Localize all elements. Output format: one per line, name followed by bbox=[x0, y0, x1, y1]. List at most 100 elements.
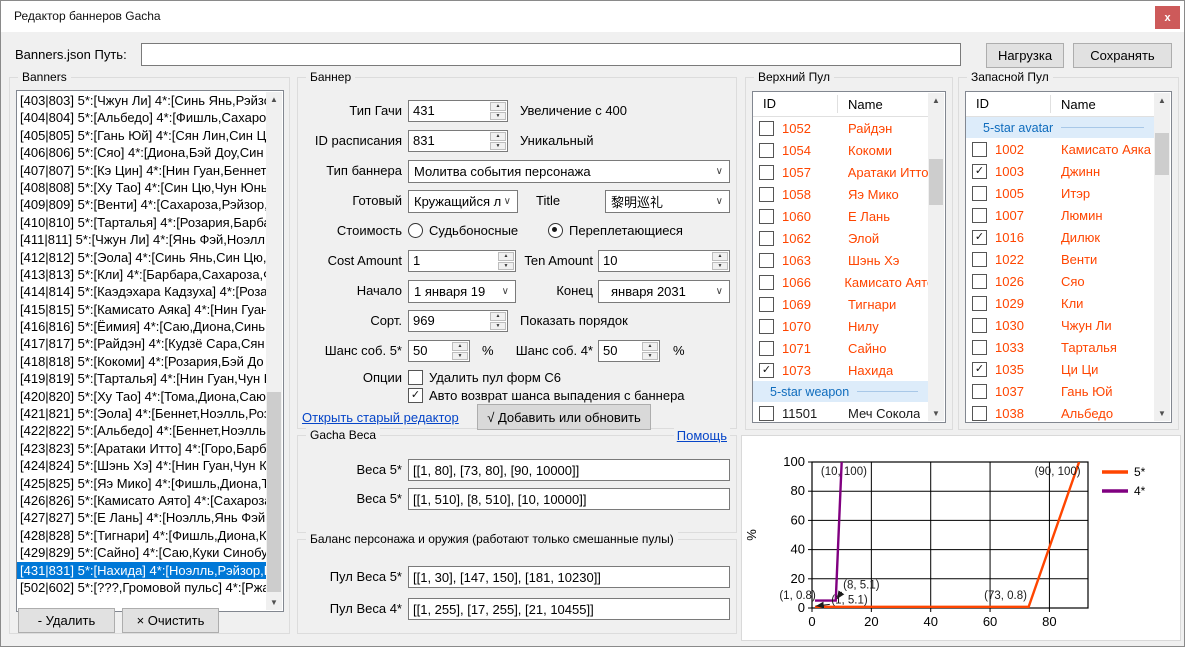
spin-up-icon[interactable]: ▲ bbox=[452, 342, 468, 351]
pool-row[interactable]: 1002Камисато Аяка bbox=[966, 138, 1154, 160]
checkbox-icon[interactable] bbox=[759, 187, 774, 202]
checkbox-icon[interactable] bbox=[759, 341, 774, 356]
pool-row[interactable]: 11501Меч Сокола bbox=[753, 402, 928, 422]
chance4-spinner[interactable]: 50 ▲▼ bbox=[598, 340, 660, 362]
spin-down-icon[interactable]: ▼ bbox=[642, 352, 658, 361]
path-input[interactable] bbox=[141, 43, 961, 66]
weights5-input[interactable] bbox=[408, 459, 730, 481]
banner-list-item[interactable]: [407|807] 5*:[Кэ Цин] 4*:[Нин Гуан,Бенне… bbox=[17, 162, 266, 179]
ten-amount-spinner[interactable]: 10 ▲▼ bbox=[598, 250, 730, 272]
scroll-down-icon[interactable]: ▼ bbox=[1154, 406, 1170, 421]
scroll-thumb[interactable] bbox=[1155, 133, 1169, 175]
banner-list-item[interactable]: [421|821] 5*:[Эола] 4*:[Беннет,Ноэлль,Ро… bbox=[17, 405, 266, 422]
help-link[interactable]: Помощь bbox=[674, 428, 730, 443]
banners-scrollbar[interactable]: ▲ ▼ bbox=[266, 92, 282, 610]
save-button[interactable]: Сохранять bbox=[1073, 43, 1172, 68]
spin-up-icon[interactable]: ▲ bbox=[490, 312, 506, 321]
banner-list-item[interactable]: [424|824] 5*:[Шэнь Хэ] 4*:[Нин Гуан,Чун … bbox=[17, 457, 266, 474]
banner-list-item[interactable]: [414|814] 5*:[Каэдэхара Кадзуха] 4*:[Роз… bbox=[17, 283, 266, 300]
spin-down-icon[interactable]: ▼ bbox=[712, 262, 728, 271]
scroll-down-icon[interactable]: ▼ bbox=[266, 595, 282, 610]
checkbox-icon[interactable] bbox=[972, 296, 987, 311]
checkbox-icon[interactable] bbox=[759, 406, 774, 421]
checkbox-checked-icon[interactable]: ✓ bbox=[408, 388, 423, 403]
pool-weights4-input[interactable] bbox=[408, 598, 730, 620]
close-button[interactable]: x bbox=[1155, 6, 1180, 29]
banner-list-item[interactable]: [411|811] 5*:[Чжун Ли] 4*:[Янь Фэй,Ноэлл bbox=[17, 231, 266, 248]
pool-row[interactable]: 1033Тарталья bbox=[966, 336, 1154, 358]
option-remove-pool[interactable]: Удалить пул форм С6 bbox=[408, 370, 561, 385]
checkbox-checked-icon[interactable]: ✓ bbox=[972, 230, 987, 245]
banner-list-item[interactable]: [409|809] 5*:[Венти] 4*:[Сахароза,Рэйзор… bbox=[17, 196, 266, 213]
scroll-up-icon[interactable]: ▲ bbox=[1154, 93, 1170, 108]
spin-down-icon[interactable]: ▼ bbox=[490, 142, 506, 151]
delete-banner-button[interactable]: - Удалить bbox=[18, 608, 115, 633]
scroll-thumb[interactable] bbox=[267, 392, 281, 592]
pool-row[interactable]: 1007Люмин bbox=[966, 204, 1154, 226]
banner-list-item[interactable]: [416|816] 5*:[Ёимия] 4*:[Саю,Диона,Синь bbox=[17, 318, 266, 335]
checkbox-icon[interactable] bbox=[759, 297, 774, 312]
checkbox-icon[interactable] bbox=[972, 340, 987, 355]
checkbox-icon[interactable] bbox=[972, 252, 987, 267]
spin-up-icon[interactable]: ▲ bbox=[490, 102, 506, 111]
upper-pool-scrollbar[interactable]: ▲ ▼ bbox=[928, 93, 944, 421]
banner-list-item[interactable]: [428|828] 5*:[Тигнари] 4*:[Фишль,Диона,К bbox=[17, 527, 266, 544]
checkbox-icon[interactable] bbox=[972, 186, 987, 201]
pool-row[interactable]: 1058Яэ Мико bbox=[753, 183, 928, 205]
checkbox-icon[interactable] bbox=[759, 231, 774, 246]
checkbox-icon[interactable] bbox=[972, 142, 987, 157]
scroll-up-icon[interactable]: ▲ bbox=[928, 93, 944, 108]
spin-up-icon[interactable]: ▲ bbox=[642, 342, 658, 351]
banner-list-item[interactable]: [425|825] 5*:[Яэ Мико] 4*:[Фишль,Диона,Т bbox=[17, 475, 266, 492]
pool-row[interactable]: 1071Сайно bbox=[753, 337, 928, 359]
radio-selected-icon[interactable] bbox=[548, 223, 563, 238]
checkbox-icon[interactable] bbox=[759, 209, 774, 224]
banner-list-item[interactable]: [431|831] 5*:[Нахида] 4*:[Ноэлль,Рэйзор,… bbox=[17, 562, 266, 579]
banner-list-item[interactable]: [427|827] 5*:[Е Лань] 4*:[Ноэлль,Янь Фэй… bbox=[17, 509, 266, 526]
banner-list-item[interactable]: [415|815] 5*:[Камисато Аяка] 4*:[Нин Гуа… bbox=[17, 301, 266, 318]
scroll-thumb[interactable] bbox=[929, 159, 943, 205]
checkbox-icon[interactable] bbox=[972, 384, 987, 399]
scroll-up-icon[interactable]: ▲ bbox=[266, 92, 282, 107]
pool-row[interactable]: 1030Чжун Ли bbox=[966, 314, 1154, 336]
banner-list-item[interactable]: [422|822] 5*:[Альбедо] 4*:[Беннет,Ноэлль… bbox=[17, 422, 266, 439]
clear-banners-button[interactable]: × Очистить bbox=[122, 608, 219, 633]
banner-list-item[interactable]: [412|812] 5*:[Эола] 4*:[Синь Янь,Син Цю, bbox=[17, 249, 266, 266]
upper-pool-table[interactable]: IDName1052Райдэн1054Кокоми1057Аратаки Ит… bbox=[752, 91, 946, 423]
load-button[interactable]: Нагрузка bbox=[986, 43, 1064, 68]
banner-list-item[interactable]: [502|602] 5*:[???,Громовой пульс] 4*:[Рж… bbox=[17, 579, 266, 596]
pool-row[interactable]: 1005Итэр bbox=[966, 182, 1154, 204]
pool-row[interactable]: ✓1016Дилюк bbox=[966, 226, 1154, 248]
banner-list-item[interactable]: [418|818] 5*:[Кокоми] 4*:[Розария,Бэй До bbox=[17, 353, 266, 370]
pool-row[interactable]: 1026Сяо bbox=[966, 270, 1154, 292]
chance5-spinner[interactable]: 50 ▲▼ bbox=[408, 340, 470, 362]
banner-list-item[interactable]: [423|823] 5*:[Аратаки Итто] 4*:[Горо,Бар… bbox=[17, 440, 266, 457]
cost-radio-fate[interactable]: Судьбоносные bbox=[408, 223, 518, 238]
fallback-pool-scrollbar[interactable]: ▲ ▼ bbox=[1154, 93, 1170, 421]
pool-row[interactable]: 1060Е Лань bbox=[753, 205, 928, 227]
pool-row[interactable]: 1037Гань Юй bbox=[966, 380, 1154, 402]
title-select[interactable]: 黎明巡礼 ∨ bbox=[605, 190, 730, 213]
schedule-id-spinner[interactable]: 831 ▲▼ bbox=[408, 130, 508, 152]
banner-list-item[interactable]: [420|820] 5*:[Ху Тао] 4*:[Тома,Диона,Саю… bbox=[17, 388, 266, 405]
end-date-select[interactable]: января 2031 ∨ bbox=[598, 280, 730, 303]
checkbox-icon[interactable] bbox=[759, 165, 774, 180]
spin-up-icon[interactable]: ▲ bbox=[490, 132, 506, 141]
checkbox-icon[interactable] bbox=[972, 406, 987, 421]
pool-row[interactable]: 1070Нилу bbox=[753, 315, 928, 337]
pool-row[interactable]: ✓1073Нахида bbox=[753, 359, 928, 381]
checkbox-checked-icon[interactable]: ✓ bbox=[972, 362, 987, 377]
banner-list-item[interactable]: [417|817] 5*:[Райдэн] 4*:[Кудзё Сара,Сян… bbox=[17, 335, 266, 352]
checkbox-checked-icon[interactable]: ✓ bbox=[759, 363, 774, 378]
cost-radio-intertwined[interactable]: Переплетающиеся bbox=[548, 223, 683, 238]
banners-listbox[interactable]: [403|803] 5*:[Чжун Ли] 4*:[Синь Янь,Рэйз… bbox=[16, 90, 284, 612]
pool-weights5-input[interactable] bbox=[408, 566, 730, 588]
pool-row[interactable]: ✓1035Ци Ци bbox=[966, 358, 1154, 380]
pool-row[interactable]: 1069Тигнари bbox=[753, 293, 928, 315]
pool-row[interactable]: 1063Шэнь Хэ bbox=[753, 249, 928, 271]
pool-row[interactable]: 1029Кли bbox=[966, 292, 1154, 314]
add-update-button[interactable]: √ Добавить или обновить bbox=[477, 404, 651, 430]
spin-up-icon[interactable]: ▲ bbox=[712, 252, 728, 261]
spin-down-icon[interactable]: ▼ bbox=[490, 112, 506, 121]
checkbox-icon[interactable] bbox=[972, 274, 987, 289]
